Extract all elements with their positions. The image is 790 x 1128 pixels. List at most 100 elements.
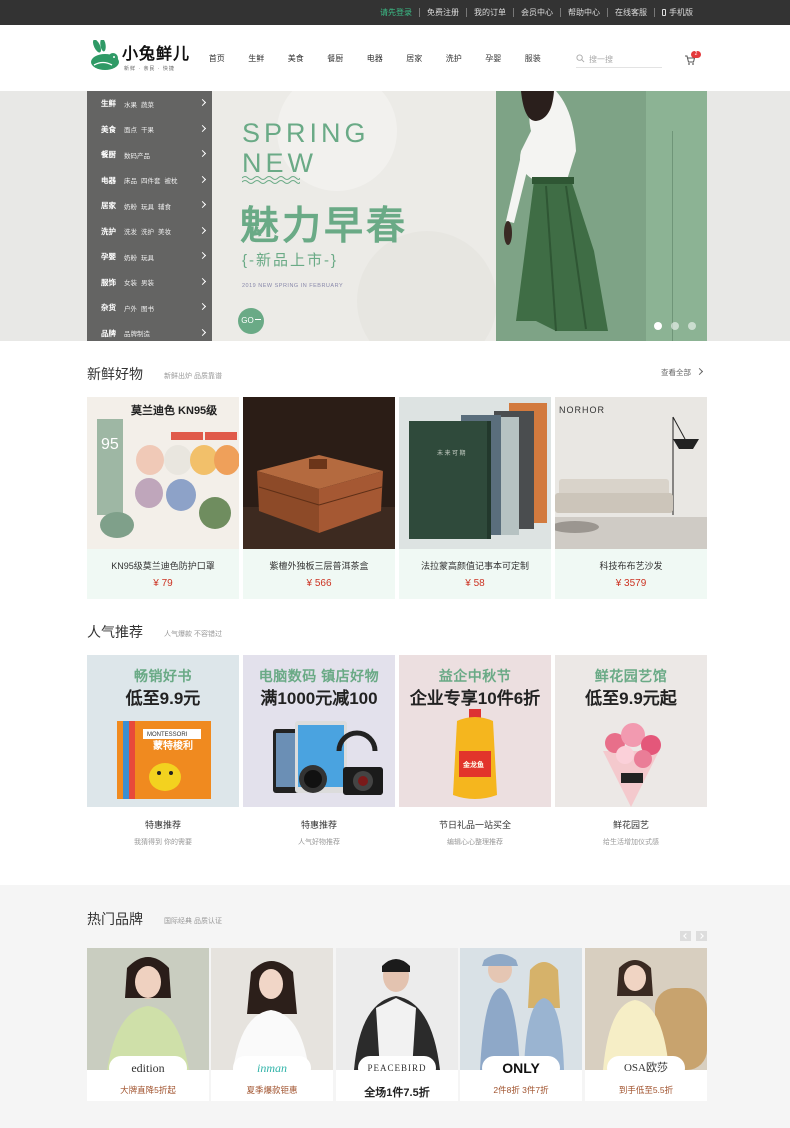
brand-card[interactable]: ONLY 2件8折 3件7折 <box>460 948 582 1101</box>
next-arrow-icon[interactable] <box>696 931 707 941</box>
nav-care[interactable]: 洗护 <box>434 53 474 64</box>
brand-card[interactable]: OSA欧莎 到手低至5.5折 <box>585 948 707 1101</box>
chevron-right-icon <box>198 124 207 132</box>
brand-card[interactable]: edition 大牌直降5折起 <box>87 948 209 1101</box>
promo-headline: 鲜花园艺馆 <box>594 668 668 684</box>
category-sidebar: 生鲜 水果 蔬菜 美食 面点 干果 餐厨 数码产品 电器 床品 四件套 被枕 居家 奶粉 玩具 辅食 … <box>87 91 212 341</box>
brand-model-image <box>211 948 333 1070</box>
product-name: 科技布布艺沙发 <box>599 561 663 571</box>
mask-product-image: 95 莫兰迪色 KN95级 <box>87 397 239 549</box>
header: 小兔鲜儿 新鲜 · 亲民 · 快捷 首页 生鲜 美食 餐厨 电器 居家 洗护 孕… <box>0 25 790 91</box>
product-card[interactable]: 紫檀外独板三层普洱茶盒 ¥ 566 <box>243 397 395 599</box>
online-service-link[interactable]: 在线客服 <box>607 8 654 17</box>
notebook-image: 未 来 可 期 <box>399 397 551 549</box>
chevron-right-icon <box>198 200 207 209</box>
promo-card-books[interactable]: MONTESSORI 蒙特梭利 畅销好书 低至9.9元 <box>87 655 239 807</box>
nav-food[interactable]: 美食 <box>276 53 316 64</box>
nav-kitchen[interactable]: 餐厨 <box>316 53 356 64</box>
brand-card[interactable]: inman 夏季爆款钜惠 <box>211 948 333 1101</box>
promo-card-flowers[interactable]: 鲜花园艺馆 低至9.9元起 <box>555 655 707 807</box>
nav-home-living[interactable]: 居家 <box>395 53 435 64</box>
fresh-section-title: 新鲜好物 <box>87 366 143 382</box>
promo-headline: 畅销好书 <box>134 668 192 684</box>
svg-text:95: 95 <box>101 436 119 453</box>
svg-text:金龙鱼: 金龙鱼 <box>462 760 484 769</box>
category-item[interactable]: 品牌 品牌制造 <box>87 321 212 347</box>
search-icon <box>576 54 585 63</box>
product-price: ¥ 79 <box>153 578 173 589</box>
nav-appliance[interactable]: 电器 <box>355 53 395 64</box>
login-link[interactable]: 请先登录 <box>373 8 419 17</box>
chevron-right-icon <box>198 175 207 183</box>
product-card[interactable]: 未 来 可 期 法拉蒙高颜值记事本可定制 ¥ 58 <box>399 397 551 599</box>
brand-carousel-controls <box>680 931 712 941</box>
my-orders-link[interactable]: 我的订单 <box>466 8 513 17</box>
category-item[interactable]: 杂货 户外 图书 <box>87 295 212 321</box>
category-item[interactable]: 服饰 女装 男装 <box>87 270 212 296</box>
help-center-link[interactable]: 帮助中心 <box>560 8 607 17</box>
brand-card[interactable]: PEACEBIRD 全场1件7.5折 <box>336 948 458 1101</box>
banner-subtitle: {-新品上市-} <box>242 252 339 269</box>
category-item[interactable]: 餐厨 数码产品 <box>87 142 212 168</box>
member-center-link[interactable]: 会员中心 <box>513 8 560 17</box>
site-logo[interactable]: 小兔鲜儿 新鲜 · 亲民 · 快捷 <box>88 38 189 78</box>
brand-caption: 2件8折 3件7折 <box>493 1085 549 1095</box>
register-link[interactable]: 免费注册 <box>419 8 466 17</box>
nav-home[interactable]: 首页 <box>197 53 237 64</box>
category-item[interactable]: 孕婴 奶粉 玩具 <box>87 244 212 270</box>
cart-button[interactable]: 2 <box>684 51 702 66</box>
svg-text:未 来 可 期: 未 来 可 期 <box>437 449 466 457</box>
product-name: KN95级莫兰迪色防护口罩 <box>111 561 215 571</box>
top-links: 请先登录 免费注册 我的订单 会员中心 帮助中心 在线客服 手机版 <box>373 0 700 25</box>
promo-headline: 电脑数码 镇店好物 <box>258 668 380 684</box>
fresh-section-subtitle: 新鲜出炉 品质靠谱 <box>164 373 222 380</box>
nav-baby[interactable]: 孕婴 <box>474 53 514 64</box>
banner-tagline: 2019 NEW SPRING IN FEBRUARY <box>242 283 344 289</box>
brand-logo: edition <box>109 1056 187 1080</box>
promo-card-digital[interactable]: 电脑数码 镇店好物 满1000元减100 <box>243 655 395 807</box>
popular-section-subtitle: 人气爆款 不容错过 <box>164 631 222 638</box>
brand-model-image <box>336 948 458 1070</box>
category-item[interactable]: 洗护 洗发 洗护 美妆 <box>87 219 212 245</box>
mobile-link[interactable]: 手机版 <box>654 8 700 17</box>
banner-dot[interactable] <box>688 322 696 330</box>
nav-fresh[interactable]: 生鲜 <box>237 53 277 64</box>
banner-go-button[interactable]: GO <box>238 308 264 334</box>
brand-logo: OSA欧莎 <box>607 1056 685 1080</box>
brand-model-image <box>87 948 209 1070</box>
chevron-right-icon <box>198 149 207 158</box>
brand-caption: 夏季爆款钜惠 <box>246 1085 298 1095</box>
nav-clothing[interactable]: 服装 <box>513 53 553 64</box>
go-label: GO <box>241 316 254 325</box>
promo-caption: 特惠推荐 <box>300 820 337 830</box>
search-input[interactable]: 搜一搜 <box>576 52 662 68</box>
category-item[interactable]: 生鲜 水果 蔬菜 <box>87 91 212 117</box>
category-item[interactable]: 居家 奶粉 玩具 辅食 <box>87 193 212 219</box>
product-card[interactable]: NORHOR 科技布布艺沙发 ¥ 3579 <box>555 397 707 599</box>
banner-spring-text: SPRING NEW <box>242 118 370 178</box>
banner-dot[interactable] <box>654 322 662 330</box>
promo-caption: 节日礼品一站买全 <box>438 820 511 830</box>
product-name: 紫檀外独板三层普洱茶盒 <box>269 561 369 571</box>
promo-caption: 特惠推荐 <box>144 820 181 830</box>
brand-logo: PEACEBIRD <box>358 1056 436 1080</box>
brand-caption: 大牌直降5折起 <box>120 1085 176 1095</box>
view-all-label: 查看全部 <box>661 368 691 377</box>
promo-card-midautumn[interactable]: 金龙鱼 益企中秋节 企业专享10件6折 <box>399 655 551 807</box>
product-card[interactable]: 95 莫兰迪色 KN95级 KN95级莫兰迪色防护口罩 ¥ 79 <box>87 397 239 599</box>
category-item[interactable]: 美食 面点 干果 <box>87 117 212 143</box>
promo-headline: 益企中秋节 <box>438 668 512 684</box>
logo-slogan: 新鲜 · 亲民 · 快捷 <box>124 66 175 72</box>
product-price: ¥ 3579 <box>615 578 647 589</box>
chevron-right-icon <box>198 277 207 285</box>
view-all-link[interactable]: 查看全部 <box>661 367 704 378</box>
prev-arrow-icon[interactable] <box>680 931 691 941</box>
brand-model-image <box>585 948 707 1070</box>
promo-caption-sub: 人气好物推荐 <box>298 839 340 846</box>
banner-dot[interactable] <box>671 322 679 330</box>
popular-section-title: 人气推荐 <box>87 624 143 640</box>
cart-count-badge: 2 <box>691 51 701 58</box>
category-item[interactable]: 电器 床品 四件套 被枕 <box>87 168 212 194</box>
promo-caption: 鲜花园艺 <box>612 820 649 830</box>
svg-text:NORHOR: NORHOR <box>559 405 605 415</box>
